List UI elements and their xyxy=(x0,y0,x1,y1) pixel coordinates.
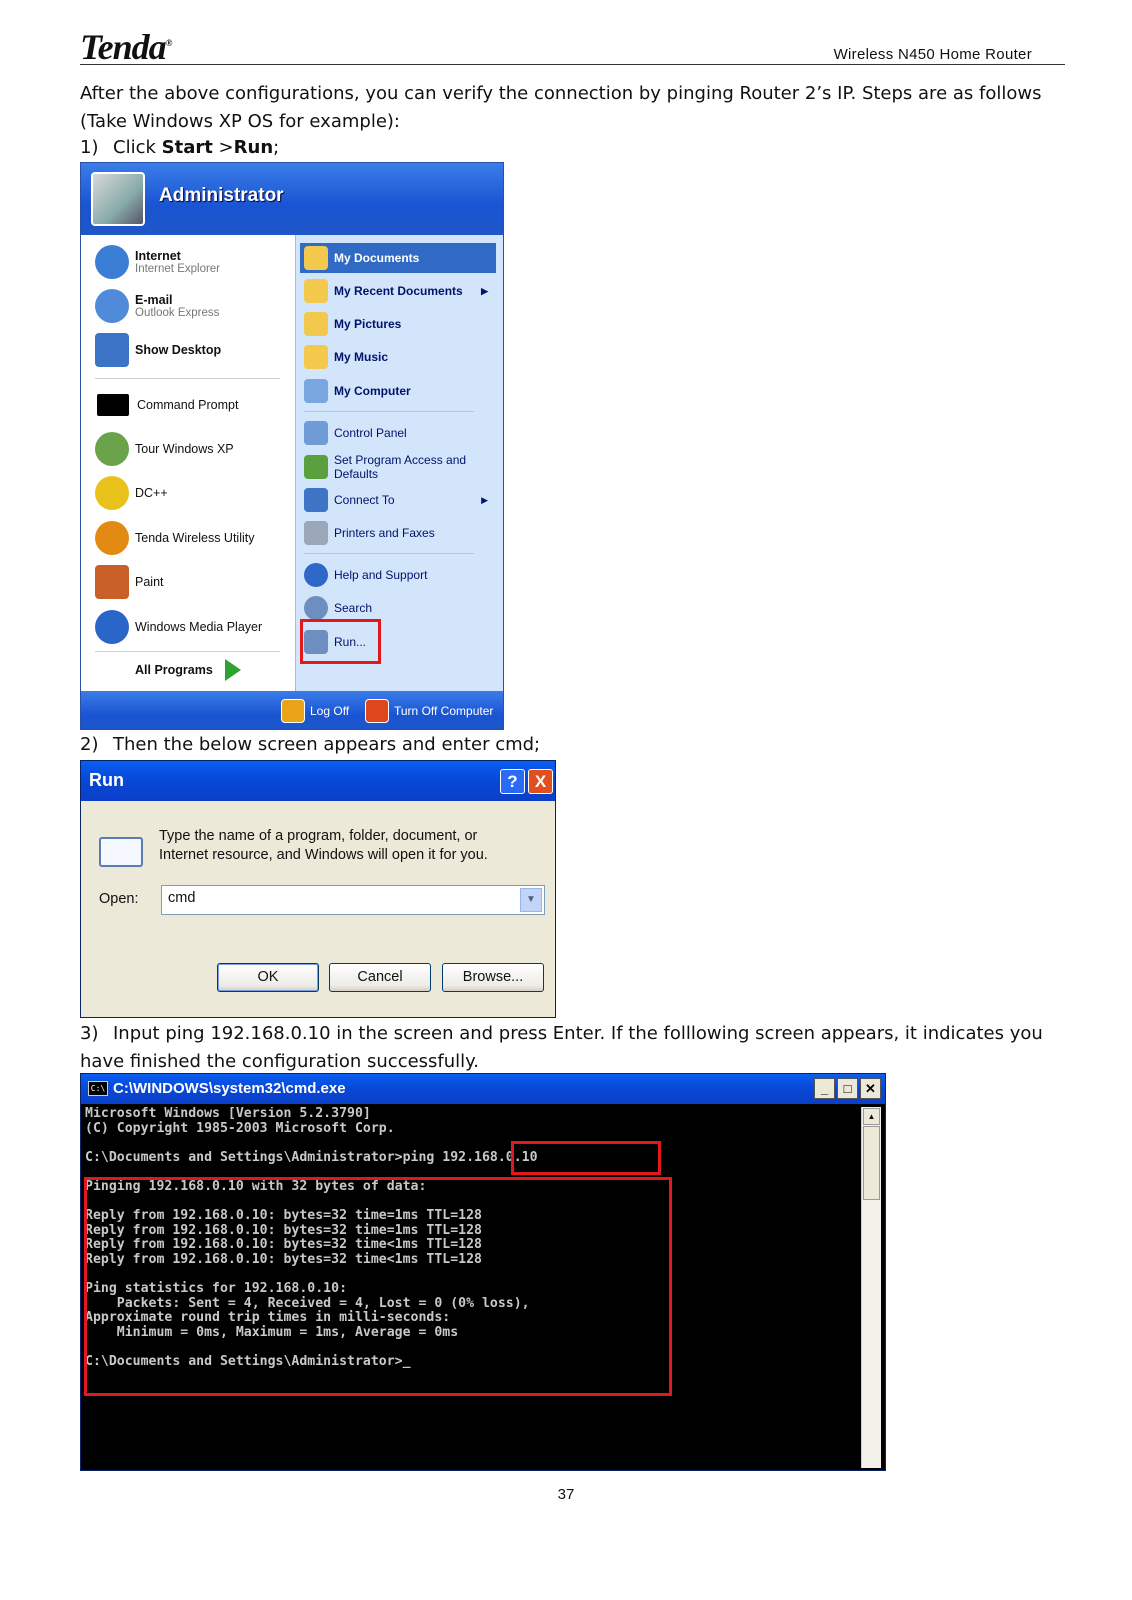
cmd-icon: C:\ xyxy=(88,1081,108,1096)
step-3: 3) Input ping 192.168.0.10 in the screen … xyxy=(80,1023,1043,1072)
place-set-program-access[interactable]: Set Program Access and Defaults xyxy=(304,453,466,481)
place-my-recent-documents[interactable]: My Recent Documents ▶ xyxy=(304,279,498,303)
printers-icon xyxy=(304,521,328,545)
scroll-up-icon[interactable]: ▲ xyxy=(863,1108,880,1125)
place-connect-to[interactable]: Connect To ▶ xyxy=(304,488,498,512)
maximize-button[interactable]: □ xyxy=(837,1078,858,1099)
command-prompt-icon xyxy=(97,394,129,416)
start-menu-right-pane: My Documents My Recent Documents ▶ My Pi… xyxy=(295,235,503,691)
user-avatar xyxy=(91,172,145,226)
run-dialog-icon xyxy=(99,837,143,867)
submenu-arrow-icon: ▶ xyxy=(481,494,488,505)
minimize-button[interactable]: _ xyxy=(814,1078,835,1099)
cmd-line: C:\Documents and Settings\Administrator>… xyxy=(85,1149,538,1165)
tenda-logo: Tenda® xyxy=(80,27,172,67)
log-off-icon xyxy=(281,699,305,723)
submenu-arrow-icon: ▶ xyxy=(481,285,488,296)
cmd-line: (C) Copyright 1985-2003 Microsoft Corp. xyxy=(85,1120,395,1136)
pinned-show-desktop[interactable]: Show Desktop xyxy=(95,333,221,367)
step-1: 1) Click Start >Run; xyxy=(80,137,280,158)
intro-paragraph: After the above configurations, you can … xyxy=(80,83,1042,132)
search-icon xyxy=(304,596,328,620)
control-panel-icon xyxy=(304,421,328,445)
scroll-thumb[interactable] xyxy=(863,1126,880,1200)
right-separator-2 xyxy=(304,553,474,554)
tour-windows-icon xyxy=(95,432,129,466)
ip-highlight-box xyxy=(511,1141,661,1175)
outlook-express-icon xyxy=(95,289,129,323)
turn-off-button[interactable]: Turn Off Computer xyxy=(365,699,493,723)
recent-dcpp[interactable]: DC++ xyxy=(95,476,168,510)
connect-to-icon xyxy=(304,488,328,512)
place-help-support[interactable]: Help and Support xyxy=(304,563,427,587)
cmd-title: C:\WINDOWS\system32\cmd.exe xyxy=(113,1080,346,1097)
start-menu-header: Administrator xyxy=(81,163,503,235)
my-documents-icon xyxy=(304,246,328,270)
right-separator xyxy=(304,411,474,412)
header-rule xyxy=(80,64,1065,65)
recent-tenda-utility[interactable]: Tenda Wireless Utility xyxy=(95,521,254,555)
start-menu-left-pane: Internet Internet Explorer E-mail Outlook … xyxy=(87,235,295,691)
open-label: Open: xyxy=(99,891,139,907)
cmd-scrollbar[interactable]: ▲ xyxy=(861,1107,881,1468)
recent-media-player[interactable]: Windows Media Player xyxy=(95,610,262,644)
header-title: Wireless N450 Home Router xyxy=(833,46,1032,63)
run-dialog: Run ? X Type the name of a program, fold… xyxy=(80,760,556,1018)
chevron-down-icon[interactable]: ▼ xyxy=(520,888,542,912)
ok-button[interactable]: OK xyxy=(217,963,319,992)
start-menu-footer: Log Off Turn Off Computer xyxy=(81,691,503,729)
program-access-icon xyxy=(304,455,328,479)
left-separator-2 xyxy=(95,651,280,652)
cmd-window: C:\ C:\WINDOWS\system32\cmd.exe _ □ ✕ Mi… xyxy=(80,1073,886,1471)
page-number: 37 xyxy=(557,1486,575,1503)
place-my-documents[interactable]: My Documents xyxy=(304,246,419,270)
place-search[interactable]: Search xyxy=(304,596,372,620)
place-my-computer[interactable]: My Computer xyxy=(304,379,411,403)
run-title: Run xyxy=(89,770,124,790)
pinned-email[interactable]: E-mail Outlook Express xyxy=(95,289,219,323)
dcpp-icon xyxy=(95,476,129,510)
my-music-icon xyxy=(304,345,328,369)
cmd-line: Microsoft Windows [Version 5.2.3790] xyxy=(85,1107,371,1121)
step-2: 2) Then the below screen appears and ente… xyxy=(80,734,541,755)
all-programs-arrow-icon xyxy=(224,659,241,681)
internet-explorer-icon xyxy=(95,245,129,279)
log-off-button[interactable]: Log Off xyxy=(281,699,349,723)
paint-icon xyxy=(95,565,129,599)
cmd-titlebar: C:\ C:\WINDOWS\system32\cmd.exe _ □ ✕ xyxy=(81,1074,885,1104)
my-pictures-icon xyxy=(304,312,328,336)
place-control-panel[interactable]: Control Panel xyxy=(304,421,407,445)
run-description: Type the name of a program, folder, docu… xyxy=(159,828,488,863)
recent-documents-icon xyxy=(304,279,328,303)
cancel-button[interactable]: Cancel xyxy=(329,963,431,992)
left-separator xyxy=(95,378,280,379)
media-player-icon xyxy=(95,610,129,644)
place-my-pictures[interactable]: My Pictures xyxy=(304,312,401,336)
power-icon xyxy=(365,699,389,723)
open-input[interactable]: cmd ▼ xyxy=(161,885,545,915)
pinned-internet[interactable]: Internet Internet Explorer xyxy=(95,245,220,279)
all-programs[interactable]: All Programs xyxy=(135,659,241,681)
recent-command-prompt[interactable]: Command Prompt xyxy=(95,388,238,422)
browse-button[interactable]: Browse... xyxy=(442,963,544,992)
place-printers-faxes[interactable]: Printers and Faxes xyxy=(304,521,435,545)
tenda-utility-icon xyxy=(95,521,129,555)
start-menu-screenshot: Administrator Internet Internet Explorer … xyxy=(80,162,504,730)
help-button[interactable]: ? xyxy=(500,769,525,794)
close-window-button[interactable]: ✕ xyxy=(860,1078,881,1099)
output-highlight-box xyxy=(84,1177,672,1396)
show-desktop-icon xyxy=(95,333,129,367)
run-highlight-box xyxy=(300,619,381,664)
my-computer-icon xyxy=(304,379,328,403)
recent-tour-windows[interactable]: Tour Windows XP xyxy=(95,432,234,466)
help-icon xyxy=(304,563,328,587)
close-button[interactable]: X xyxy=(528,769,553,794)
run-titlebar: Run ? X xyxy=(81,761,555,801)
place-my-music[interactable]: My Music xyxy=(304,345,388,369)
recent-paint[interactable]: Paint xyxy=(95,565,164,599)
user-name: Administrator xyxy=(159,185,284,206)
